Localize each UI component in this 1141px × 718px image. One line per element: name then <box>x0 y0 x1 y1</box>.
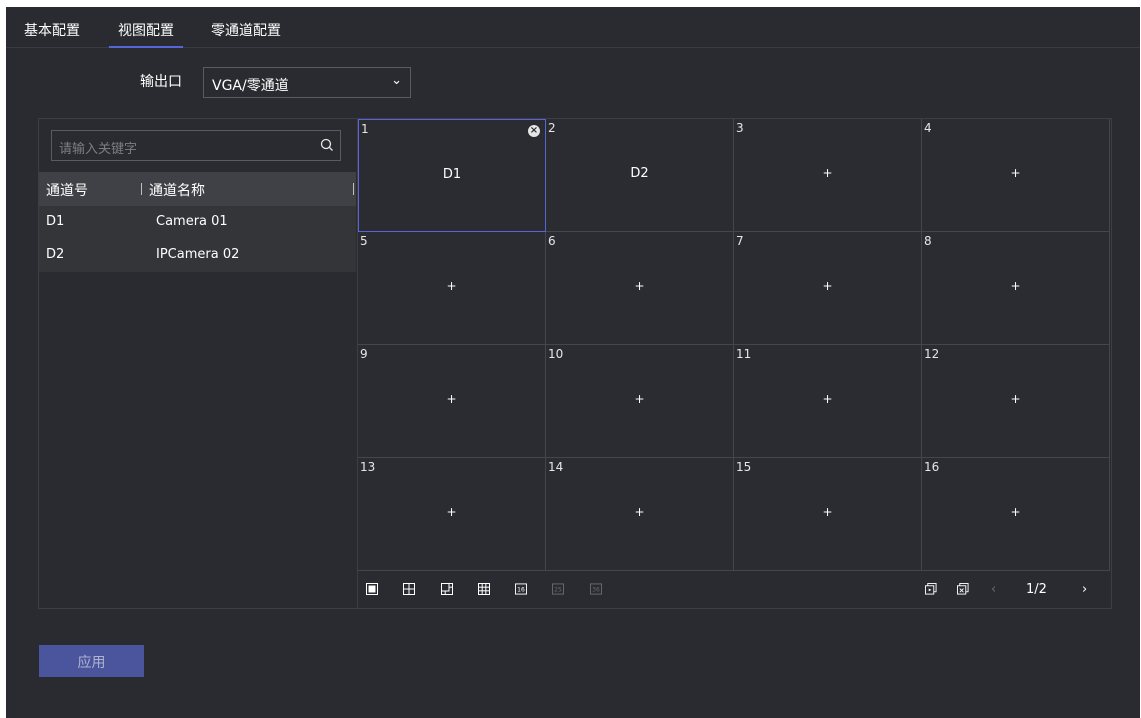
add-channel-plus[interactable]: + <box>734 166 921 180</box>
layout-6-icon[interactable] <box>441 583 453 595</box>
view-cell[interactable]: 13 + <box>358 458 546 571</box>
cell-number: 8 <box>924 234 932 248</box>
cell-number: 7 <box>736 234 744 248</box>
view-cell[interactable]: 5 + <box>358 232 546 345</box>
add-channel-plus[interactable]: + <box>922 505 1109 519</box>
chevron-down-icon: ⌄ <box>391 73 402 88</box>
apply-button[interactable]: 应用 <box>39 645 144 677</box>
output-select-value: VGA/零通道 <box>212 78 289 94</box>
view-cell[interactable]: 1 × D1 <box>358 119 546 232</box>
view-cell[interactable]: 8 + <box>922 232 1110 345</box>
cell-number: 15 <box>736 460 752 474</box>
svg-text:25: 25 <box>554 586 562 593</box>
add-channel-plus[interactable]: + <box>734 392 921 406</box>
view-cell[interactable]: 10 + <box>546 345 734 458</box>
add-channel-plus[interactable]: + <box>546 279 733 293</box>
view-grid-panel: 1 × D1 2 D2 3 + 4 + 5 + 6 + 7 + 8 + 9 + … <box>357 119 1111 608</box>
channel-id: D1 <box>46 214 65 229</box>
cell-number: 14 <box>548 460 564 474</box>
cell-number: 11 <box>736 347 752 361</box>
view-cell[interactable]: 12 + <box>922 345 1110 458</box>
layout-toolbar: 16 25 36 ‹ 1/2 › <box>357 570 1111 608</box>
view-config-panel: 请输入关键字 通道号 通道名称 D1 Camera 01 D2 IPCamera… <box>38 118 1112 609</box>
layout-1-icon[interactable] <box>366 583 378 595</box>
view-cell[interactable]: 15 + <box>734 458 922 571</box>
svg-text:16: 16 <box>517 586 525 593</box>
view-grid: 1 × D1 2 D2 3 + 4 + 5 + 6 + 7 + 8 + 9 + … <box>358 119 1110 571</box>
view-cell[interactable]: 7 + <box>734 232 922 345</box>
search-icon[interactable] <box>320 138 334 152</box>
close-icon[interactable]: × <box>528 125 540 137</box>
view-cell[interactable]: 3 + <box>734 119 922 232</box>
start-sequence-icon[interactable] <box>925 583 937 595</box>
column-resize-handle[interactable] <box>141 183 142 195</box>
add-channel-plus[interactable]: + <box>546 392 733 406</box>
output-select[interactable]: VGA/零通道 ⌄ <box>203 67 411 98</box>
channel-id: D2 <box>46 247 65 262</box>
channel-table-header: 通道号 通道名称 <box>39 172 356 206</box>
layout-4-icon[interactable] <box>403 583 415 595</box>
column-resize-handle[interactable] <box>353 183 354 195</box>
view-cell[interactable]: 9 + <box>358 345 546 458</box>
view-cell[interactable]: 16 + <box>922 458 1110 571</box>
tab-view-config[interactable]: 视图配置 <box>109 20 183 48</box>
search-placeholder: 请输入关键字 <box>59 142 138 157</box>
search-input[interactable]: 请输入关键字 <box>51 130 341 161</box>
layout-36-icon: 36 <box>590 583 602 595</box>
output-label: 输出口 <box>140 74 182 90</box>
channel-name: Camera 01 <box>156 214 228 229</box>
layout-16-icon[interactable]: 16 <box>515 583 527 595</box>
cell-number: 3 <box>736 121 744 135</box>
view-cell[interactable]: 11 + <box>734 345 922 458</box>
prev-page-icon[interactable]: ‹ <box>991 582 996 597</box>
layout-9-icon[interactable] <box>478 583 490 595</box>
view-cell[interactable]: 6 + <box>546 232 734 345</box>
cell-number: 1 <box>361 122 369 136</box>
add-channel-plus[interactable]: + <box>546 505 733 519</box>
add-channel-plus[interactable]: + <box>358 392 545 406</box>
column-header-channel-name: 通道名称 <box>149 183 205 199</box>
tab-bar: 基本配置 视图配置 零通道配置 <box>6 7 1140 48</box>
cell-number: 9 <box>360 347 368 361</box>
cell-number: 2 <box>548 121 556 135</box>
apply-button-label: 应用 <box>77 655 106 671</box>
channel-name: IPCamera 02 <box>156 247 240 262</box>
app-window: 基本配置 视图配置 零通道配置 输出口 VGA/零通道 ⌄ 请输入关键字 通道号… <box>6 7 1140 718</box>
view-cell[interactable]: 2 D2 <box>546 119 734 232</box>
channel-list-panel: 请输入关键字 通道号 通道名称 D1 Camera 01 D2 IPCamera… <box>39 119 358 608</box>
add-channel-plus[interactable]: + <box>922 166 1109 180</box>
cell-number: 13 <box>360 460 376 474</box>
next-page-icon[interactable]: › <box>1082 582 1087 597</box>
tab-zero-channel-config[interactable]: 零通道配置 <box>211 20 281 40</box>
cell-channel: D2 <box>630 166 649 181</box>
cell-number: 12 <box>924 347 940 361</box>
add-channel-plus[interactable]: + <box>922 392 1109 406</box>
add-channel-plus[interactable]: + <box>358 505 545 519</box>
view-cell[interactable]: 14 + <box>546 458 734 571</box>
add-channel-plus[interactable]: + <box>358 279 545 293</box>
cell-number: 5 <box>360 234 368 248</box>
view-cell[interactable]: 4 + <box>922 119 1110 232</box>
add-channel-plus[interactable]: + <box>734 279 921 293</box>
table-row[interactable]: D2 IPCamera 02 <box>39 239 356 272</box>
cell-number: 6 <box>548 234 556 248</box>
layout-25-icon: 25 <box>552 583 564 595</box>
column-header-channel-no: 通道号 <box>46 183 88 199</box>
cell-channel: D1 <box>442 167 462 182</box>
add-channel-plus[interactable]: + <box>734 505 921 519</box>
add-channel-plus[interactable]: + <box>922 279 1109 293</box>
cell-number: 4 <box>924 121 932 135</box>
page-indicator: 1/2 <box>1026 582 1047 597</box>
svg-text:36: 36 <box>592 586 600 593</box>
table-row[interactable]: D1 Camera 01 <box>39 206 356 239</box>
cell-number: 16 <box>924 460 940 474</box>
clear-all-icon[interactable] <box>957 583 969 595</box>
tab-basic-config[interactable]: 基本配置 <box>24 20 80 40</box>
cell-number: 10 <box>548 347 564 361</box>
